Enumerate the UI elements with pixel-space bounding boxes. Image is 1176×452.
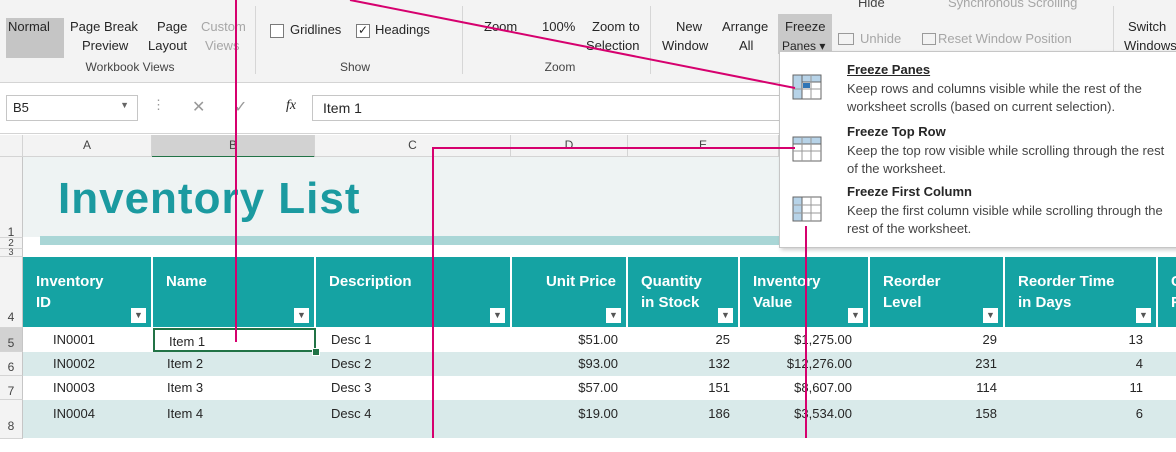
callout-lines (235, 0, 807, 438)
callout-line-freeze-panes (349, 0, 796, 89)
callout-line-top-row (432, 147, 795, 438)
